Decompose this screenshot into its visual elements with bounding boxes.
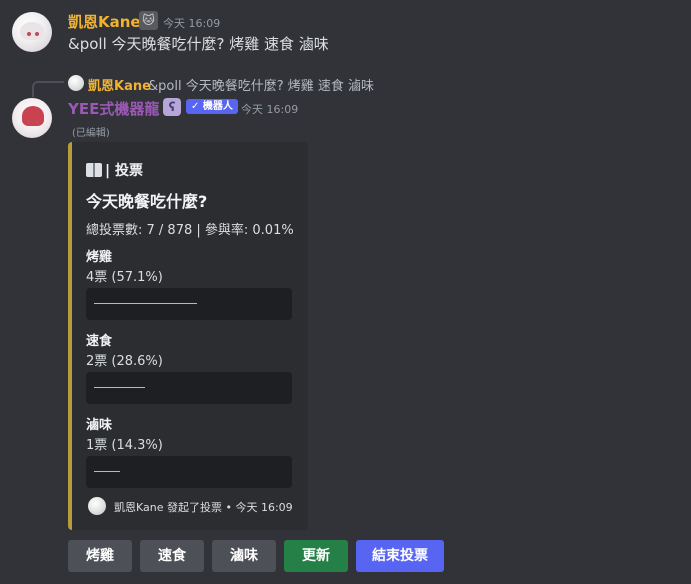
- option-bar-fill: [94, 303, 197, 304]
- vote-button-fast-food[interactable]: 速食: [140, 540, 204, 572]
- option-name: 滷味: [86, 418, 113, 433]
- embed-author: | 投票: [86, 160, 143, 180]
- option-bar-fill: [94, 387, 145, 388]
- option-bar: [86, 456, 292, 488]
- edited-label: (已編輯): [72, 128, 110, 139]
- option-result: 2票 (28.6%): [86, 354, 163, 369]
- bot-app-icon: ʕ: [163, 98, 181, 116]
- refresh-button[interactable]: 更新: [284, 540, 348, 572]
- embed-title: 今天晚餐吃什麼?: [86, 192, 208, 211]
- embed-description: 總投票數: 7 / 878 | 參與率: 0.01%: [86, 223, 294, 238]
- reply-username[interactable]: 凱恩Kane: [88, 75, 151, 94]
- option-result: 1票 (14.3%): [86, 438, 163, 453]
- user-avatar[interactable]: [12, 12, 52, 52]
- message-text: &poll 今天晚餐吃什麼? 烤雞 速食 滷味: [68, 35, 329, 53]
- cat-icon: 🐱: [139, 11, 158, 30]
- username[interactable]: 凱恩Kane: [68, 11, 141, 32]
- footer-avatar: [88, 497, 106, 515]
- reply-avatar[interactable]: [68, 75, 84, 91]
- bot-badge: ✓ 機器人: [186, 99, 238, 114]
- vote-button-roast-chicken[interactable]: 烤雞: [68, 540, 132, 572]
- end-poll-button[interactable]: 結束投票: [356, 540, 444, 572]
- option-name: 烤雞: [86, 250, 113, 265]
- message-1: 凱恩Kane 🐱 今天 16:09 &poll 今天晚餐吃什麼? 烤雞 速食 滷…: [0, 0, 691, 64]
- embed-footer: 凱恩Kane 發起了投票 • 今天 16:09: [114, 501, 293, 514]
- timestamp: 今天 16:09: [163, 17, 221, 30]
- book-icon: [86, 163, 102, 177]
- reply-connector: [32, 81, 64, 97]
- poll-embed: | 投票 今天晚餐吃什麼? 總投票數: 7 / 878 | 參與率: 0.01%…: [68, 142, 308, 530]
- reply-text[interactable]: &poll 今天晚餐吃什麼? 烤雞 速食 滷味: [148, 75, 374, 94]
- bot-avatar[interactable]: [12, 98, 52, 138]
- option-bar-fill: [94, 471, 120, 472]
- timestamp: 今天 16:09: [241, 103, 299, 116]
- option-bar: [86, 288, 292, 320]
- option-name: 速食: [86, 334, 113, 349]
- bot-username[interactable]: YEE式機器龍: [68, 98, 159, 119]
- vote-button-luwei[interactable]: 滷味: [212, 540, 276, 572]
- option-result: 4票 (57.1%): [86, 270, 163, 285]
- option-bar: [86, 372, 292, 404]
